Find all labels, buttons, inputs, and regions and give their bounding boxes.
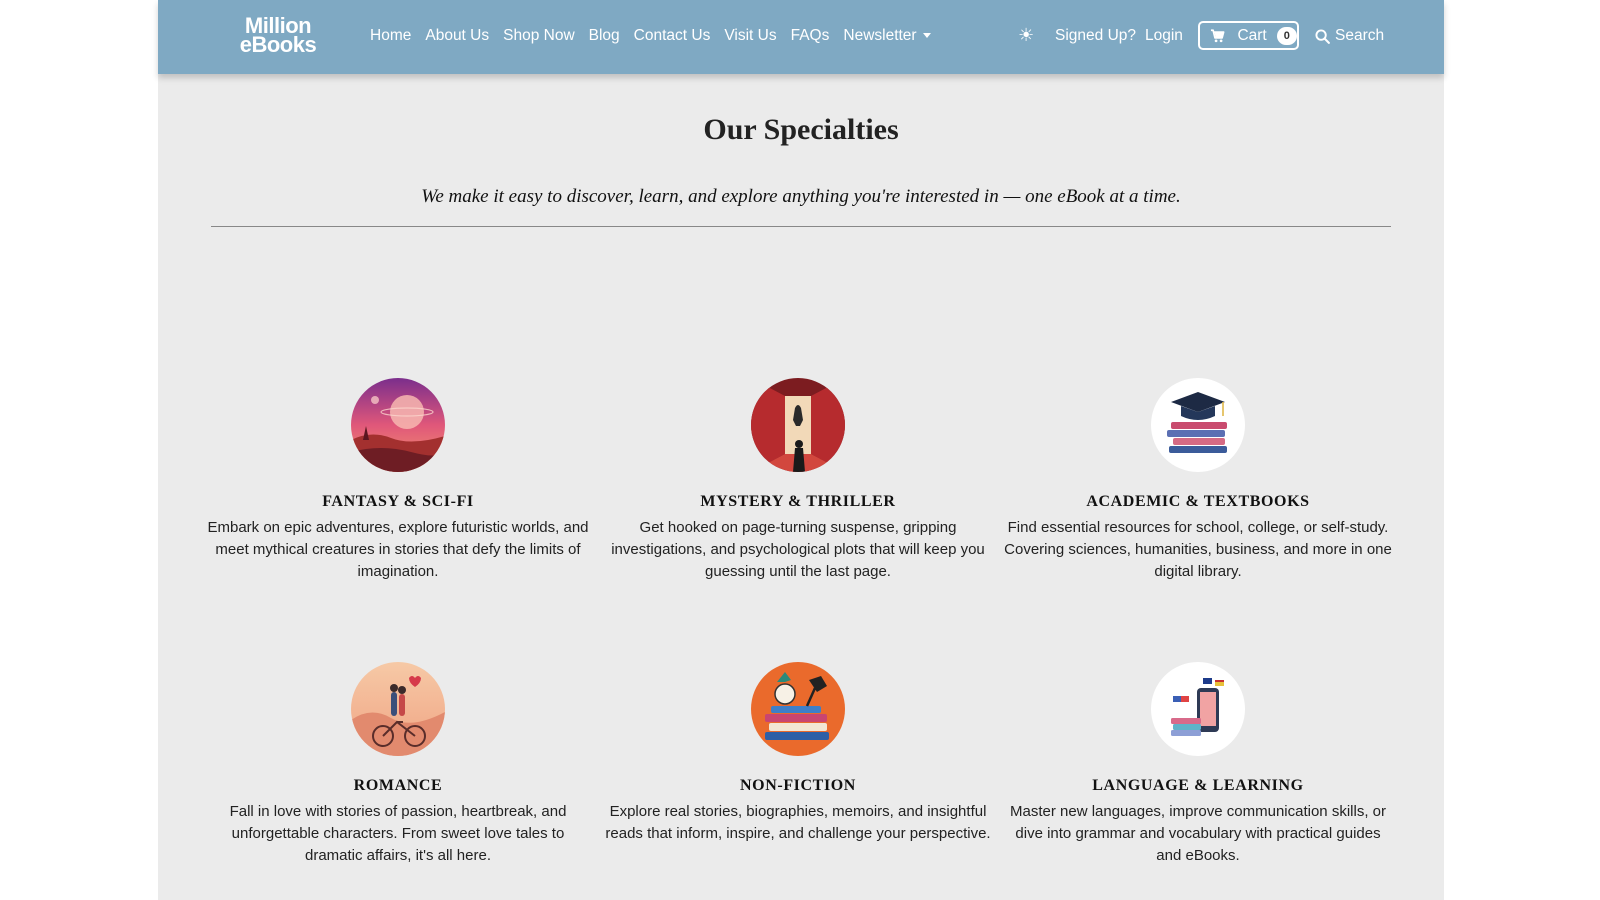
specialty-card-nonfiction: NON-FICTION Explore real stories, biogra… [603,662,993,845]
divider [211,226,1391,227]
navbar: Million eBooks Home About Us Shop Now Bl… [158,0,1444,74]
card-title: LANGUAGE & LEARNING [1092,777,1304,794]
cart-label: Cart [1237,26,1267,44]
chevron-down-icon [922,33,931,39]
nav-home[interactable]: Home [370,25,411,49]
language-phone-icon [1151,662,1245,756]
nav-links: Home About Us Shop Now Blog Contact Us V… [370,25,945,49]
nav-faqs[interactable]: FAQs [791,25,830,49]
specialty-card-mystery: MYSTERY & THRILLER Get hooked on page-tu… [603,378,993,583]
specialty-card-fantasy: FANTASY & SCI-FI Embark on epic adventur… [203,378,593,583]
couple-bicycle-icon [351,662,445,756]
page-subtitle: We make it easy to discover, learn, and … [421,186,1181,207]
card-description: Embark on epic adventures, explore futur… [207,519,589,580]
sun-icon[interactable]: ☀ [1018,24,1034,46]
nav-newsletter-label: Newsletter [843,27,917,44]
login-link[interactable]: Login [1145,25,1183,47]
cart-icon [1210,28,1225,42]
mystery-corridor-icon [751,378,845,472]
logo-line-2: eBooks [239,32,317,57]
card-title: MYSTERY & THRILLER [700,493,896,510]
card-title: FANTASY & SCI-FI [322,493,474,510]
search-icon [1315,28,1330,44]
search-button[interactable]: Search [1315,25,1384,47]
card-description: Master new languages, improve communicat… [1010,803,1386,864]
nav-visit-us[interactable]: Visit Us [724,25,776,49]
nav-about-us[interactable]: About Us [425,25,489,49]
book-stack-lamp-icon [751,662,845,756]
graduation-books-icon [1151,378,1245,472]
logo[interactable]: Million eBooks [238,15,318,60]
page-title: Our Specialties [703,113,899,146]
signed-up-link[interactable]: Signed Up? [1055,25,1136,47]
card-description: Explore real stories, biographies, memoi… [605,803,991,842]
nav-blog[interactable]: Blog [589,25,620,49]
specialty-card-language: LANGUAGE & LEARNING Master new languages… [1003,662,1393,867]
card-title: ACADEMIC & TEXTBOOKS [1086,493,1310,510]
card-title: NON-FICTION [740,777,856,794]
nav-shop-now[interactable]: Shop Now [503,25,575,49]
nav-newsletter-dropdown[interactable]: Newsletter [843,25,931,49]
search-label: Search [1335,27,1385,44]
fantasy-planet-icon [351,378,445,472]
card-description: Fall in love with stories of passion, he… [229,803,567,864]
cart-count-badge: 0 [1276,26,1297,45]
card-description: Get hooked on page-turning suspense, gri… [611,519,985,580]
card-title: ROMANCE [353,777,443,794]
specialty-card-academic: ACADEMIC & TEXTBOOKS Find essential reso… [1003,378,1393,583]
specialty-card-romance: ROMANCE Fall in love with stories of pas… [203,662,593,867]
page: Million eBooks Home About Us Shop Now Bl… [158,0,1444,900]
cart-button[interactable]: Cart 0 [1198,21,1299,50]
card-description: Find essential resources for school, col… [1004,519,1392,580]
nav-contact-us[interactable]: Contact Us [634,25,711,49]
